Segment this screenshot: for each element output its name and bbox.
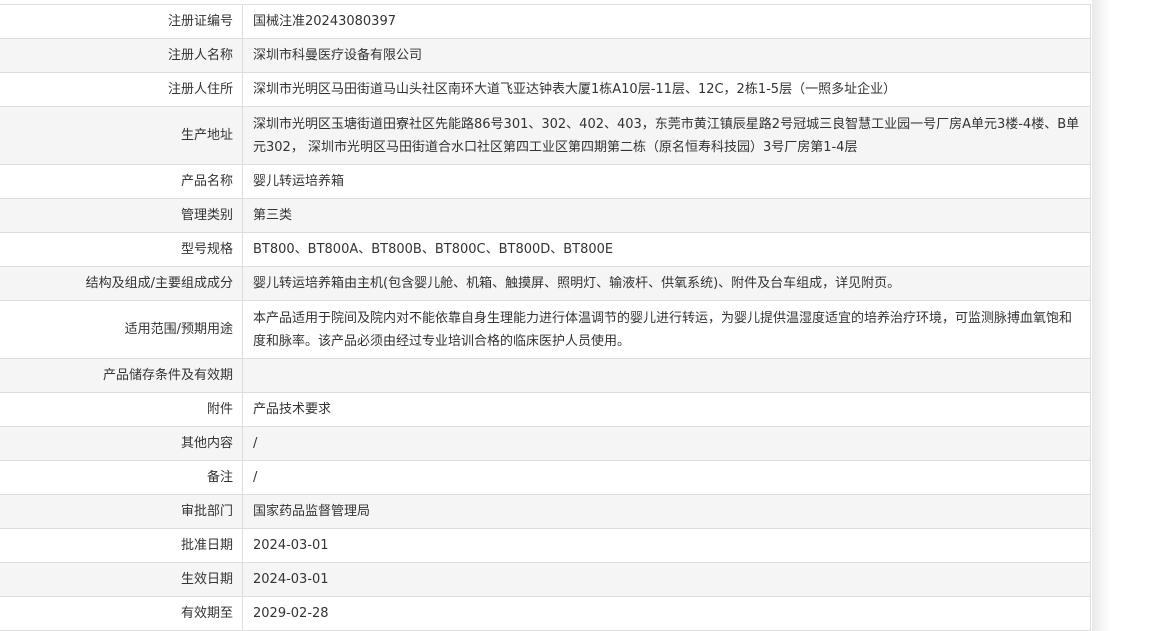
row-management-category: 管理类别 第三类 — [0, 198, 1091, 233]
label-other-content: 其他内容 — [0, 426, 243, 461]
label-attachment: 附件 — [0, 392, 243, 427]
value-product-name: 婴儿转运培养箱 — [242, 164, 1091, 199]
row-registration-number: 注册证编号 国械注准20243080397 — [0, 4, 1091, 39]
value-remarks: / — [242, 460, 1091, 495]
label-approval-department: 审批部门 — [0, 494, 243, 529]
page-edge-shadow — [1092, 0, 1110, 631]
row-remarks: 备注 / — [0, 460, 1091, 495]
label-management-category: 管理类别 — [0, 198, 243, 233]
label-structure-composition: 结构及组成/主要组成成分 — [0, 266, 243, 301]
row-approval-department: 审批部门 国家药品监督管理局 — [0, 494, 1091, 529]
value-valid-until: 2029-02-28 — [242, 596, 1091, 631]
label-registration-number: 注册证编号 — [0, 4, 243, 39]
row-model-spec: 型号规格 BT800、BT800A、BT800B、BT800C、BT800D、B… — [0, 232, 1091, 267]
row-production-address: 生产地址 深圳市光明区玉塘街道田寮社区先能路86号301、302、402、403… — [0, 106, 1091, 165]
value-model-spec: BT800、BT800A、BT800B、BT800C、BT800D、BT800E — [242, 232, 1091, 267]
value-structure-composition: 婴儿转运培养箱由主机(包含婴儿舱、机箱、触摸屏、照明灯、输液杆、供氧系统)、附件… — [242, 266, 1091, 301]
value-registrant-address: 深圳市光明区马田街道马山头社区南环大道飞亚达钟表大厦1栋A10层-11层、12C… — [242, 72, 1091, 107]
value-other-content: / — [242, 426, 1091, 461]
label-product-name: 产品名称 — [0, 164, 243, 199]
row-intended-use: 适用范围/预期用途 本产品适用于院间及院内对不能依靠自身生理能力进行体温调节的婴… — [0, 300, 1091, 359]
label-production-address: 生产地址 — [0, 106, 243, 165]
value-production-address: 深圳市光明区玉塘街道田寮社区先能路86号301、302、402、403，东莞市黄… — [242, 106, 1091, 165]
value-approval-department: 国家药品监督管理局 — [242, 494, 1091, 529]
label-intended-use: 适用范围/预期用途 — [0, 300, 243, 359]
row-effective-date: 生效日期 2024-03-01 — [0, 562, 1091, 597]
value-attachment: 产品技术要求 — [242, 392, 1091, 427]
registration-detail-table: 注册证编号 国械注准20243080397 注册人名称 深圳市科曼医疗设备有限公… — [0, 4, 1091, 631]
value-approval-date: 2024-03-01 — [242, 528, 1091, 563]
row-product-name: 产品名称 婴儿转运培养箱 — [0, 164, 1091, 199]
label-valid-until: 有效期至 — [0, 596, 243, 631]
label-approval-date: 批准日期 — [0, 528, 243, 563]
label-effective-date: 生效日期 — [0, 562, 243, 597]
label-remarks: 备注 — [0, 460, 243, 495]
row-registrant-address: 注册人住所 深圳市光明区马田街道马山头社区南环大道飞亚达钟表大厦1栋A10层-1… — [0, 72, 1091, 107]
value-storage-validity — [242, 358, 1091, 393]
label-model-spec: 型号规格 — [0, 232, 243, 267]
label-storage-validity: 产品储存条件及有效期 — [0, 358, 243, 393]
value-registrant-name: 深圳市科曼医疗设备有限公司 — [242, 38, 1091, 73]
label-registrant-address: 注册人住所 — [0, 72, 243, 107]
value-effective-date: 2024-03-01 — [242, 562, 1091, 597]
value-registration-number: 国械注准20243080397 — [242, 4, 1091, 39]
row-attachment: 附件 产品技术要求 — [0, 392, 1091, 427]
registration-detail-page: 注册证编号 国械注准20243080397 注册人名称 深圳市科曼医疗设备有限公… — [0, 0, 1172, 631]
value-management-category: 第三类 — [242, 198, 1091, 233]
label-registrant-name: 注册人名称 — [0, 38, 243, 73]
row-approval-date: 批准日期 2024-03-01 — [0, 528, 1091, 563]
row-structure-composition: 结构及组成/主要组成成分 婴儿转运培养箱由主机(包含婴儿舱、机箱、触摸屏、照明灯… — [0, 266, 1091, 301]
row-valid-until: 有效期至 2029-02-28 — [0, 596, 1091, 631]
row-storage-validity: 产品储存条件及有效期 — [0, 358, 1091, 393]
row-other-content: 其他内容 / — [0, 426, 1091, 461]
value-intended-use: 本产品适用于院间及院内对不能依靠自身生理能力进行体温调节的婴儿进行转运，为婴儿提… — [242, 300, 1091, 359]
row-registrant-name: 注册人名称 深圳市科曼医疗设备有限公司 — [0, 38, 1091, 73]
